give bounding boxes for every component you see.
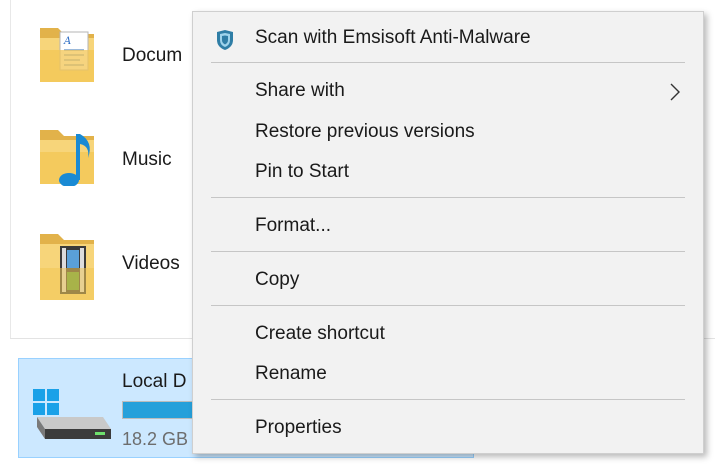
svg-text:A: A: [63, 36, 71, 47]
emsisoft-shield-icon: [215, 29, 235, 51]
menu-item-rename[interactable]: Rename: [193, 356, 703, 392]
menu-item-label: Pin to Start: [255, 161, 349, 182]
videos-folder-icon: [38, 228, 96, 300]
menu-item-share-with[interactable]: Share with: [193, 73, 703, 109]
menu-item-label: Share with: [255, 80, 345, 101]
menu-separator: [211, 197, 685, 198]
menu-separator: [211, 305, 685, 306]
chevron-right-icon: [669, 83, 681, 101]
menu-item-label: Properties: [255, 417, 342, 438]
menu-item-copy[interactable]: Copy: [193, 262, 703, 298]
local-disk-label: Local D: [122, 371, 187, 392]
menu-item-properties[interactable]: Properties: [193, 410, 703, 446]
menu-item-label: Create shortcut: [255, 323, 385, 344]
folder-videos-label: Videos: [122, 253, 180, 274]
menu-item-create-shortcut[interactable]: Create shortcut: [193, 316, 703, 352]
menu-item-scan-emsisoft[interactable]: Scan with Emsisoft Anti-Malware: [193, 20, 703, 56]
menu-item-label: Format...: [255, 215, 332, 236]
folder-documents-label: Docum: [122, 45, 183, 66]
menu-item-restore-previous-versions[interactable]: Restore previous versions: [193, 114, 703, 150]
menu-item-label: Copy: [255, 269, 300, 290]
menu-separator: [211, 62, 685, 63]
menu-separator: [211, 251, 685, 252]
menu-item-format[interactable]: Format...: [193, 208, 703, 244]
menu-separator: [211, 399, 685, 400]
navigation-divider: [10, 0, 11, 338]
disk-free-space: 18.2 GB: [122, 429, 189, 449]
local-disk-icon: [31, 387, 113, 443]
folder-music-label: Music: [122, 149, 172, 170]
menu-item-label: Rename: [255, 363, 327, 384]
music-folder-icon: [38, 124, 96, 187]
menu-item-label: Scan with Emsisoft Anti-Malware: [255, 27, 531, 48]
documents-folder-icon: A: [38, 22, 96, 84]
menu-item-pin-to-start[interactable]: Pin to Start: [193, 154, 703, 190]
menu-item-label: Restore previous versions: [255, 121, 475, 142]
context-menu: Scan with Emsisoft Anti-Malware Share wi…: [192, 11, 704, 454]
